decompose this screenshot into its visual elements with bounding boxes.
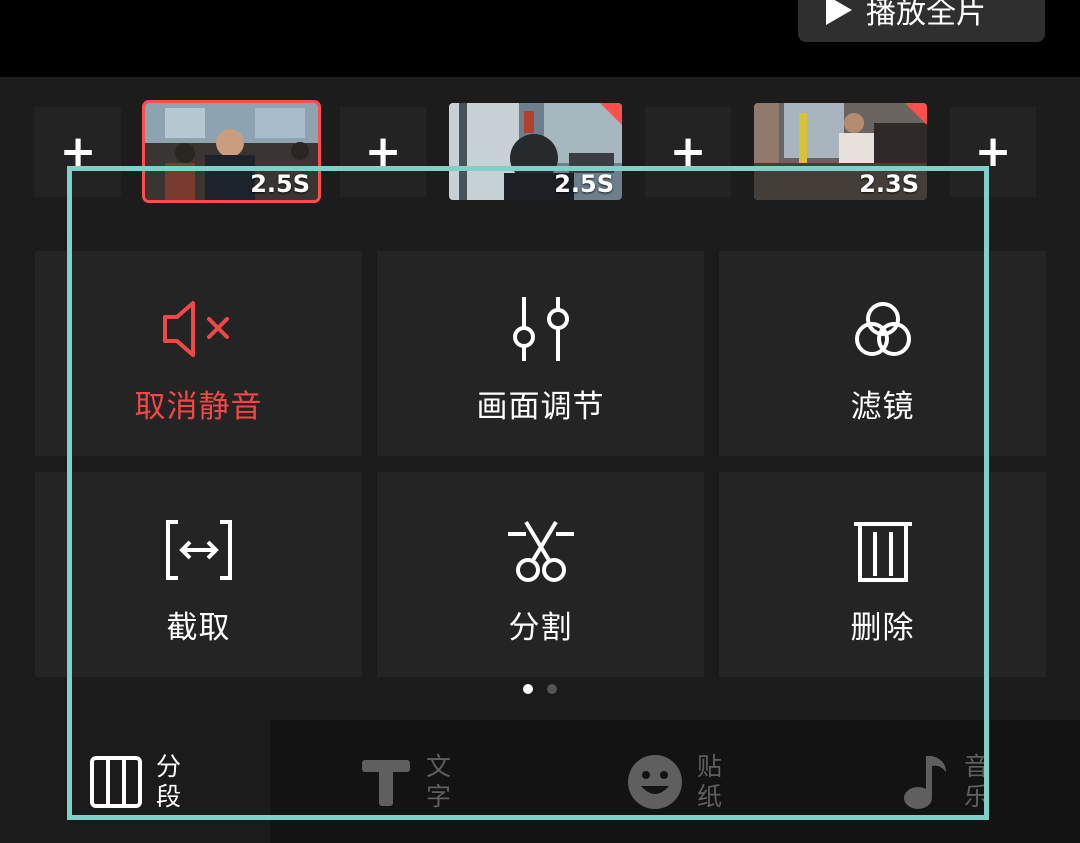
clip-flag-icon bbox=[600, 103, 622, 125]
unmute-label: 取消静音 bbox=[134, 389, 263, 425]
trim-label: 截取 bbox=[166, 610, 231, 646]
crop-trim-icon bbox=[164, 516, 234, 584]
page-dot-active[interactable] bbox=[523, 684, 533, 694]
text-icon bbox=[362, 760, 410, 806]
filter-label: 滤镜 bbox=[850, 389, 915, 425]
tab-segment-line2: 段 bbox=[156, 782, 182, 811]
tab-music-line2: 乐 bbox=[964, 782, 990, 811]
plus-icon: + bbox=[364, 126, 402, 177]
split-label: 分割 bbox=[508, 610, 573, 646]
play-icon bbox=[826, 0, 852, 25]
add-clip-button[interactable]: + bbox=[950, 107, 1036, 197]
tab-text[interactable]: 文 字 bbox=[360, 752, 451, 812]
clip-duration: 2.5S bbox=[250, 170, 310, 198]
adjust-picture-button[interactable]: 画面调节 bbox=[377, 251, 704, 456]
plus-icon: + bbox=[669, 126, 707, 177]
delete-label: 删除 bbox=[850, 610, 915, 646]
bottom-nav: 分 段 文 字 贴 纸 音 乐 bbox=[0, 720, 1080, 843]
add-clip-button[interactable]: + bbox=[645, 107, 731, 197]
tab-segment[interactable]: 分 段 bbox=[90, 752, 181, 812]
delete-button[interactable]: 删除 bbox=[719, 472, 1046, 677]
filter-circles-icon bbox=[848, 295, 918, 363]
segment-icon bbox=[90, 756, 142, 808]
clip-thumbnail-1[interactable]: 2.5S bbox=[145, 103, 318, 200]
page-indicator bbox=[523, 684, 557, 694]
tab-text-line1: 文 bbox=[426, 752, 452, 781]
plus-icon: + bbox=[59, 126, 97, 177]
clip-flag-icon bbox=[905, 103, 927, 125]
music-icon bbox=[904, 756, 946, 809]
clip-timeline: + 2.5S + 2.5S + 2.3S + bbox=[0, 77, 1080, 227]
tab-sticker[interactable]: 贴 纸 bbox=[627, 752, 722, 812]
clip-thumbnail-2[interactable]: 2.5S bbox=[449, 103, 622, 200]
plus-icon: + bbox=[974, 126, 1012, 177]
tab-music[interactable]: 音 乐 bbox=[898, 752, 989, 812]
page-dot[interactable] bbox=[547, 684, 557, 694]
adjust-picture-label: 画面调节 bbox=[476, 389, 605, 425]
tab-sticker-line2: 纸 bbox=[697, 782, 723, 811]
sliders-icon bbox=[506, 295, 576, 363]
clip-thumbnail-3[interactable]: 2.3S bbox=[754, 103, 927, 200]
trash-icon bbox=[848, 516, 918, 584]
unmute-button[interactable]: 取消静音 bbox=[35, 251, 362, 456]
play-all-button[interactable]: 播放全片 bbox=[798, 0, 1045, 42]
speaker-mute-icon bbox=[159, 295, 239, 363]
play-all-label: 播放全片 bbox=[866, 0, 986, 31]
clip-duration: 2.5S bbox=[554, 170, 614, 198]
split-button[interactable]: 分割 bbox=[377, 472, 704, 677]
tab-segment-line1: 分 bbox=[156, 752, 182, 781]
sticker-icon bbox=[628, 755, 682, 809]
trim-button[interactable]: 截取 bbox=[35, 472, 362, 677]
tab-music-line1: 音 bbox=[964, 752, 990, 781]
tab-sticker-line1: 贴 bbox=[697, 752, 723, 781]
add-clip-button[interactable]: + bbox=[340, 107, 426, 197]
scissors-split-icon bbox=[506, 516, 576, 584]
filter-button[interactable]: 滤镜 bbox=[719, 251, 1046, 456]
add-clip-button[interactable]: + bbox=[35, 107, 121, 197]
tab-text-line2: 字 bbox=[426, 782, 452, 811]
clip-duration: 2.3S bbox=[859, 170, 919, 198]
top-bar: 播放全片 bbox=[0, 0, 1080, 77]
